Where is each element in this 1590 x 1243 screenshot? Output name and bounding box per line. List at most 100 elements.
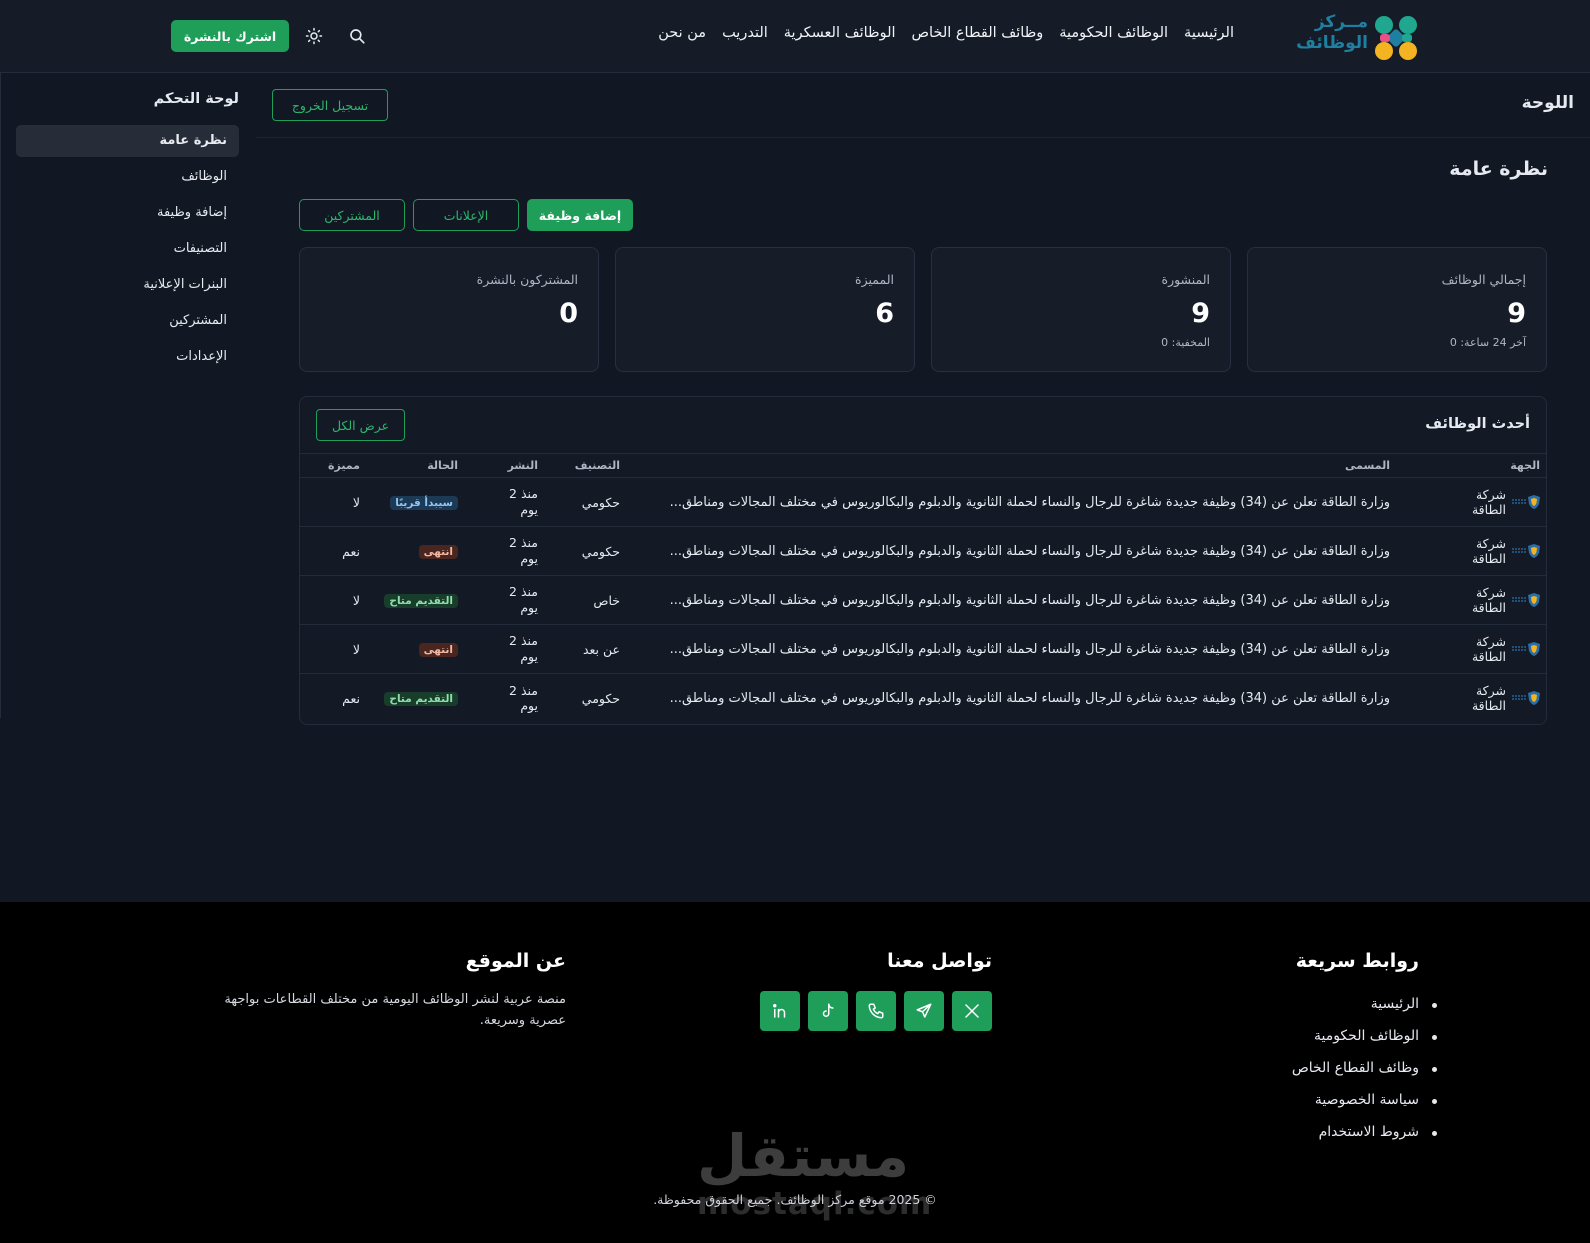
stat-label: المميزة (855, 272, 894, 287)
dashboard-sidebar: لوحة التحكم نظرة عامة الوظائف إضافة وظيف… (0, 73, 256, 718)
sun-icon[interactable] (302, 24, 326, 48)
table-row[interactable]: شركة الطاقة وزارة الطاقة تعلن عن (34) وظي… (300, 624, 1546, 674)
footer-link-terms[interactable]: شروط الاستخدام (1292, 1124, 1438, 1143)
cell-title[interactable]: وزارة الطاقة تعلن عن (34) وظيفة جديدة شا… (628, 624, 1398, 674)
logo-line-2: الوظائف (1296, 33, 1368, 53)
cell-date: منذ 2 يوم (466, 624, 546, 674)
publish-date: منذ 2 يوم (509, 535, 538, 566)
sidebar-item-banners[interactable]: البنرات الإعلانية (16, 269, 239, 301)
subscribers-button[interactable]: المشتركين (299, 199, 405, 231)
telegram-icon[interactable] (904, 991, 944, 1031)
cell-date: منذ 2 يوم (466, 526, 546, 576)
x-icon[interactable] (952, 991, 992, 1031)
nav-training[interactable]: التدريب (722, 25, 768, 41)
table-row[interactable]: شركة الطاقة وزارة الطاقة تعلن عن (34) وظي… (300, 674, 1546, 723)
publish-date: منذ 2 يوم (509, 633, 538, 664)
cell-org: شركة الطاقة (1398, 575, 1546, 625)
cell-category: حكومي (546, 526, 628, 576)
logo-mark-icon (1375, 16, 1417, 60)
logo-text: مــركز الوظائف (1296, 14, 1368, 52)
stat-value: 9 (1191, 298, 1210, 329)
cell-title[interactable]: وزارة الطاقة تعلن عن (34) وظيفة جديدة شا… (628, 575, 1398, 625)
stat-value: 6 (875, 298, 894, 329)
job-title[interactable]: وزارة الطاقة تعلن عن (34) وظيفة جديدة شا… (636, 691, 1390, 706)
site-logo[interactable]: مــركز الوظائف (1296, 12, 1420, 62)
tiktok-icon[interactable] (808, 991, 848, 1031)
footer-link-home[interactable]: الرئيسية (1292, 996, 1438, 1015)
col-category[interactable]: التصنيف (546, 453, 628, 478)
cell-title[interactable]: وزارة الطاقة تعلن عن (34) وظيفة جديدة شا… (628, 526, 1398, 576)
org-wrap: شركة الطاقة (1406, 585, 1540, 615)
search-icon[interactable] (345, 24, 369, 48)
job-title[interactable]: وزارة الطاقة تعلن عن (34) وظيفة جديدة شا… (636, 593, 1390, 608)
view-all-button[interactable]: عرض الكل (316, 409, 405, 441)
linkedin-icon[interactable] (760, 991, 800, 1031)
publish-date: منذ 2 يوم (509, 486, 538, 517)
subscribe-newsletter-button[interactable]: اشترك بالنشرة (171, 20, 289, 52)
cell-status: انتهى (368, 526, 466, 576)
nav-about[interactable]: من نحن (658, 25, 706, 41)
job-title[interactable]: وزارة الطاقة تعلن عن (34) وظيفة جديدة شا… (636, 544, 1390, 559)
sidebar-item-overview[interactable]: نظرة عامة (16, 125, 239, 157)
col-title[interactable]: المسمى (628, 453, 1398, 478)
sidebar-item-jobs[interactable]: الوظائف (16, 161, 239, 193)
stat-label: المشتركون بالنشرة (476, 272, 578, 287)
footer-about-text: منصة عربية لنشر الوظائف اليومية من مختلف… (224, 992, 566, 1028)
org-name: شركة الطاقة (1471, 585, 1506, 615)
nav-military-jobs[interactable]: الوظائف العسكرية (784, 25, 896, 41)
cell-status: التقديم متاح (368, 674, 466, 723)
cell-title[interactable]: وزارة الطاقة تعلن عن (34) وظيفة جديدة شا… (628, 477, 1398, 527)
ads-button[interactable]: الإعلانات (413, 199, 519, 231)
phone-icon[interactable] (856, 991, 896, 1031)
cell-category: حكومي (581, 690, 620, 706)
cell-org: شركة الطاقة (1398, 674, 1546, 723)
page-header: اللوحة تسجيل الخروج (256, 73, 1590, 138)
table-row[interactable]: شركة الطاقة وزارة الطاقة تعلن عن (34) وظي… (300, 575, 1546, 625)
sidebar-item-add-job[interactable]: إضافة وظيفة (16, 197, 239, 229)
add-job-button[interactable]: إضافة وظيفة (527, 199, 633, 231)
job-title[interactable]: وزارة الطاقة تعلن عن (34) وظيفة جديدة شا… (636, 495, 1390, 510)
cell-title[interactable]: وزارة الطاقة تعلن عن (34) وظيفة جديدة شا… (628, 674, 1398, 723)
site-footer: روابط سريعة الرئيسية الوظائف الحكومية وظ… (0, 902, 1590, 1243)
col-date[interactable]: النشر (466, 453, 546, 478)
footer-link-privacy[interactable]: سياسة الخصوصية (1292, 1092, 1438, 1111)
footer-link-government-jobs[interactable]: الوظائف الحكومية (1292, 1028, 1438, 1047)
footer-contact-title: تواصل معنا (887, 950, 992, 972)
nav-home[interactable]: الرئيسية (1184, 25, 1234, 41)
job-title[interactable]: وزارة الطاقة تعلن عن (34) وظيفة جديدة شا… (636, 642, 1390, 657)
org-name: شركة الطاقة (1471, 487, 1506, 517)
stat-sub: آخر 24 ساعة: 0 (1449, 336, 1526, 349)
main-nav: الرئيسية الوظائف الحكومية وظائف القطاع ا… (658, 25, 1234, 41)
sidebar-item-settings[interactable]: الإعدادات (16, 341, 239, 373)
table-row[interactable]: شركة الطاقة وزارة الطاقة تعلن عن (34) وظي… (300, 526, 1546, 576)
latest-jobs-panel: أحدث الوظائف عرض الكل الجهة المسمى التصن… (299, 396, 1547, 725)
org-wrap: شركة الطاقة (1406, 634, 1540, 664)
social-links (760, 991, 992, 1031)
stat-label: المنشورة (1161, 272, 1210, 287)
col-status[interactable]: الحالة (368, 453, 466, 478)
col-org[interactable]: الجهة (1398, 453, 1546, 478)
publish-date: منذ 2 يوم (509, 584, 538, 615)
cell-category: عن بعد (546, 624, 628, 674)
logout-button[interactable]: تسجيل الخروج (272, 89, 388, 121)
cell-status: التقديم متاح (368, 575, 466, 625)
cell-date: منذ 2 يوم (466, 674, 546, 723)
sidebar-item-categories[interactable]: التصنيفات (16, 233, 239, 265)
sidebar-item-subscribers[interactable]: المشتركين (16, 305, 239, 337)
nav-government-jobs[interactable]: الوظائف الحكومية (1059, 25, 1168, 41)
footer-quick-links-title: روابط سريعة (1295, 950, 1419, 972)
table-row[interactable]: شركة الطاقة وزارة الطاقة تعلن عن (34) وظي… (300, 477, 1546, 527)
nav-private-jobs[interactable]: وظائف القطاع الخاص (912, 25, 1044, 41)
cell-featured: لا (300, 575, 368, 625)
col-featured[interactable]: مميزة (300, 453, 368, 478)
logo-line-1: مــركز (1314, 12, 1368, 32)
org-name: شركة الطاقة (1471, 634, 1506, 664)
stat-card-published: المنشورة 9 المخفية: 0 (931, 247, 1231, 372)
mostaql-watermark: مستقل mostaql.com (697, 1122, 931, 1232)
org-wrap: شركة الطاقة (1406, 536, 1540, 566)
footer-link-private-jobs[interactable]: وظائف القطاع الخاص (1292, 1060, 1438, 1079)
sidebar-title: لوحة التحكم (153, 91, 239, 107)
page-title: اللوحة (1521, 93, 1574, 113)
company-logo-icon (1510, 640, 1540, 658)
cell-category: خاص (546, 575, 628, 625)
